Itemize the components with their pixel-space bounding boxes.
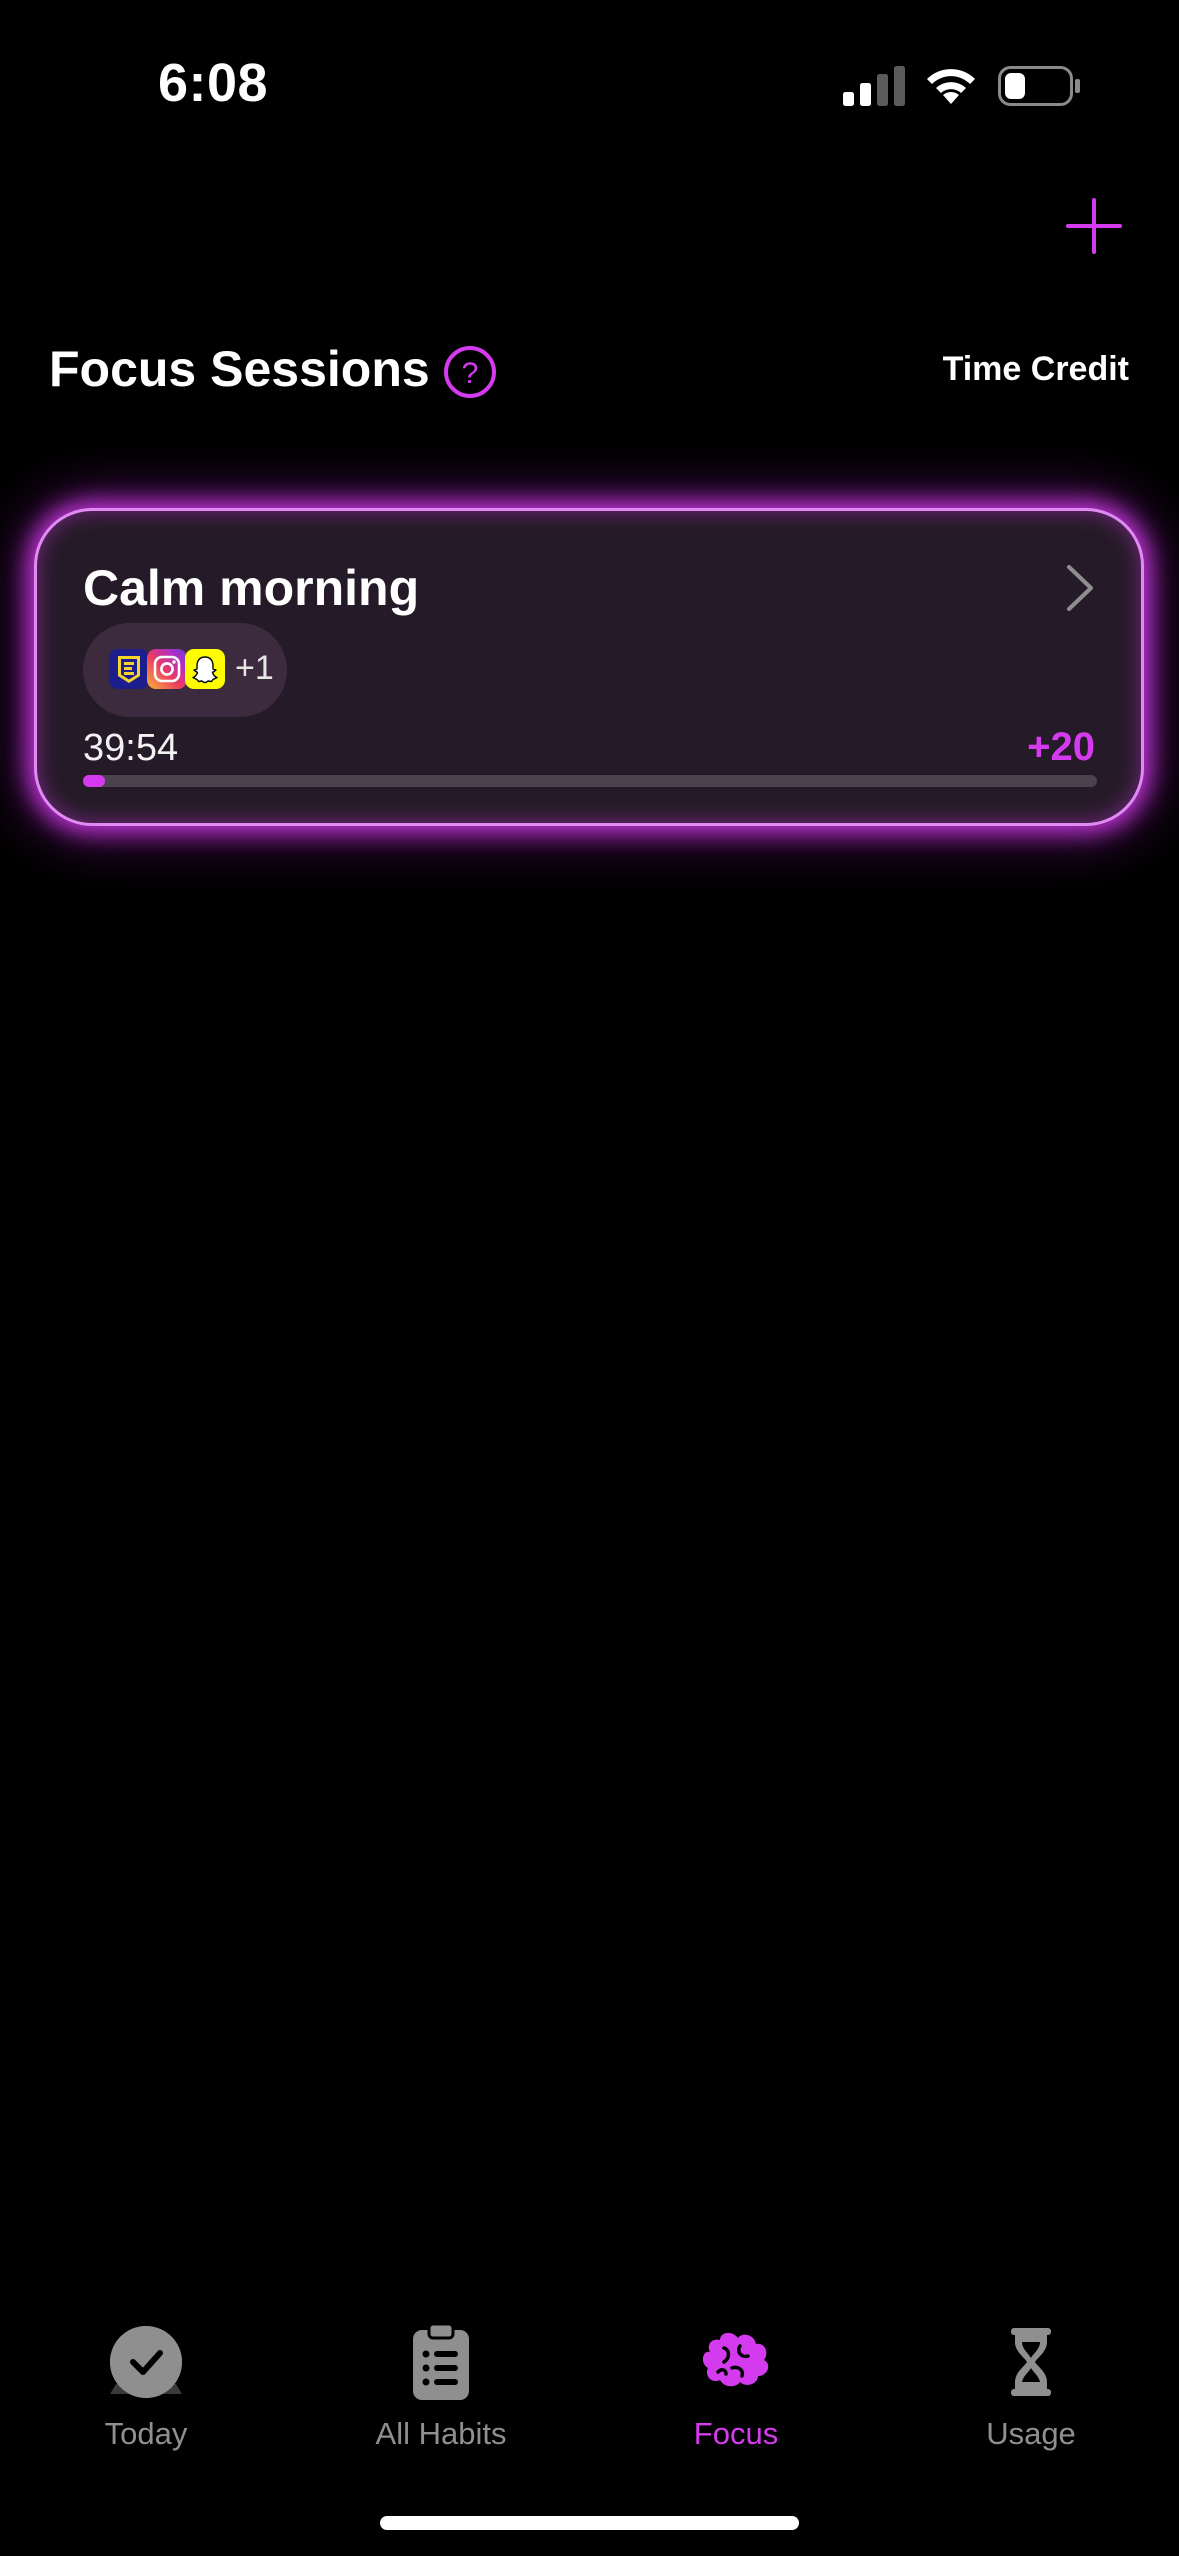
tab-usage[interactable]: Usage — [901, 2300, 1161, 2460]
tab-label: Focus — [693, 2416, 779, 2451]
status-time: 6:08 — [158, 53, 269, 113]
tab-focus[interactable]: Focus — [606, 2300, 866, 2460]
session-name: Calm morning — [83, 560, 420, 616]
wifi-icon — [927, 69, 975, 104]
status-bar: 6:08 — [0, 0, 1179, 170]
brain-icon — [702, 2332, 769, 2387]
help-icon[interactable]: ? — [443, 345, 497, 399]
snapchat-icon — [185, 649, 225, 689]
app-e-icon — [109, 649, 149, 689]
time-credit-button[interactable]: Time Credit — [943, 350, 1129, 389]
session-credit: +20 — [1027, 725, 1095, 769]
instagram-icon — [147, 649, 187, 689]
chevron-right-icon — [1067, 565, 1093, 611]
session-progress-fill — [83, 775, 106, 787]
session-progress-bar — [83, 775, 1097, 787]
tab-today[interactable]: Today — [16, 2300, 276, 2460]
tab-label: Usage — [986, 2416, 1076, 2451]
tab-label: Today — [104, 2416, 188, 2451]
page-title: Focus Sessions — [49, 341, 430, 397]
blocked-apps-pill: +1 — [83, 623, 287, 717]
session-timer: 39:54 — [83, 727, 179, 769]
clock-check-icon — [110, 2326, 182, 2398]
tab-label: All Habits — [375, 2416, 507, 2451]
tab-bar: Today All Habits Focus Usage — [0, 2300, 1179, 2460]
cellular-signal-icon — [843, 66, 905, 106]
svg-text:?: ? — [462, 357, 479, 390]
session-card[interactable]: Calm morning +1 39:54 +20 — [34, 508, 1144, 826]
extra-apps-count: +1 — [235, 649, 274, 687]
battery-icon — [998, 66, 1080, 106]
home-indicator — [380, 2516, 799, 2530]
clipboard-list-icon — [413, 2322, 469, 2400]
add-session-button[interactable] — [1066, 198, 1122, 254]
tab-all-habits[interactable]: All Habits — [311, 2300, 571, 2460]
hourglass-icon — [1011, 2328, 1051, 2396]
